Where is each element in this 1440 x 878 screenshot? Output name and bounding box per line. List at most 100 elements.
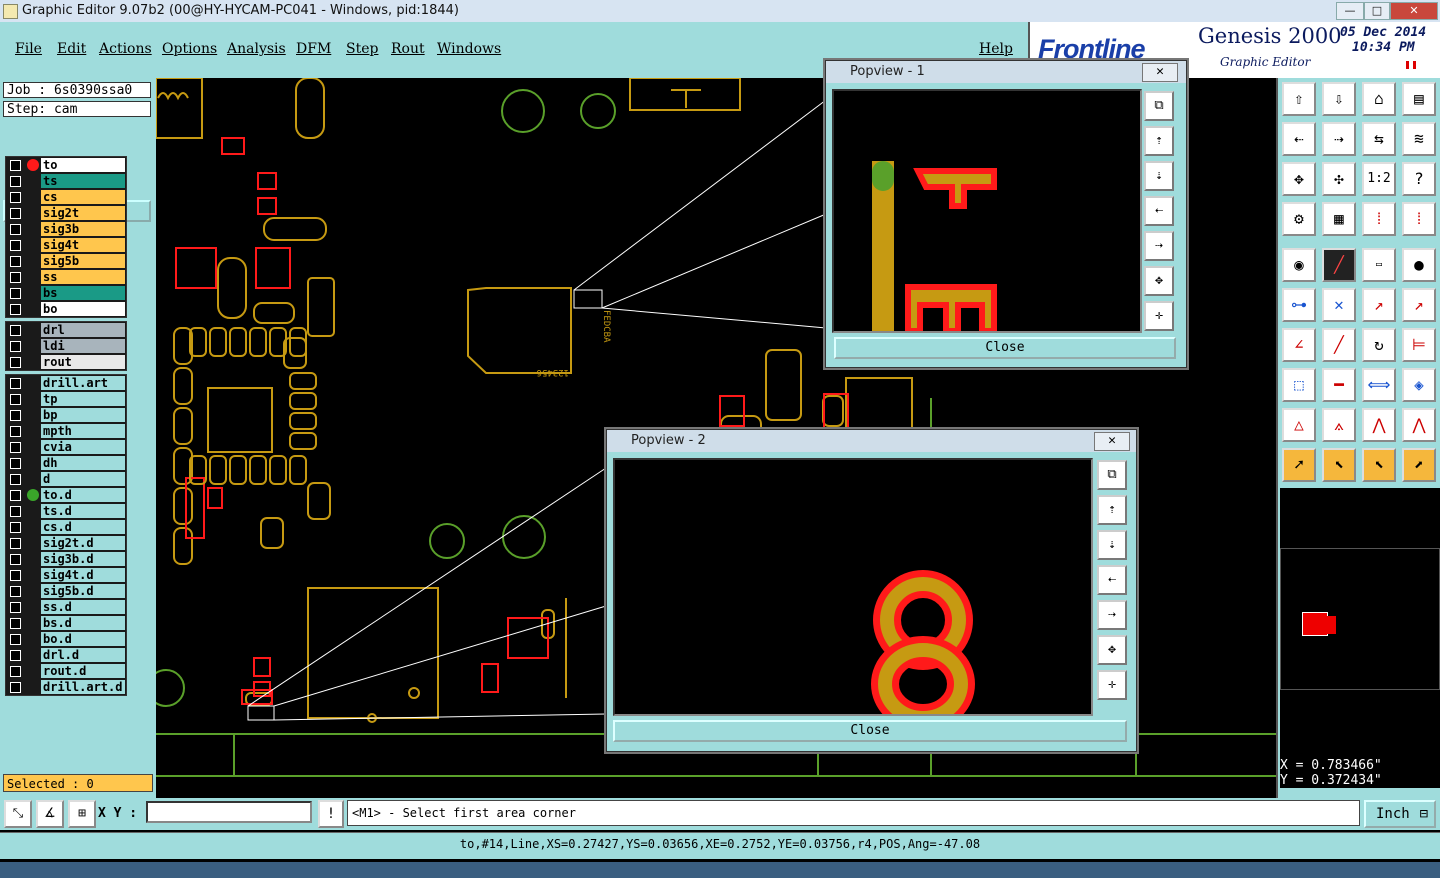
layer-name[interactable]: drill.art.d bbox=[41, 680, 125, 694]
layer-checkbox[interactable] bbox=[10, 634, 21, 645]
layer-name[interactable]: rout.d bbox=[41, 664, 125, 678]
layer-name[interactable]: drl.d bbox=[41, 648, 125, 662]
menu-windows[interactable]: Windows bbox=[437, 41, 501, 57]
layer-name[interactable]: cvia bbox=[41, 440, 125, 454]
popview-2-pan-right-icon[interactable]: ⇢ bbox=[1097, 600, 1127, 630]
popview-1-pan-down-icon[interactable]: ⇣ bbox=[1144, 161, 1174, 191]
layer-checkbox[interactable] bbox=[10, 256, 21, 267]
layer-name[interactable]: sig5b.d bbox=[41, 584, 125, 598]
filter-icon[interactable]: ⁞ bbox=[1362, 202, 1396, 236]
cross-icon[interactable]: ✕ bbox=[1322, 288, 1356, 322]
select-pad-icon[interactable]: ◉ bbox=[1282, 248, 1316, 282]
layer-name[interactable]: sig3b.d bbox=[41, 552, 125, 566]
layer-checkbox[interactable] bbox=[10, 288, 21, 299]
pointer-circle-icon[interactable]: ⬉ bbox=[1362, 448, 1396, 482]
snap-icon[interactable]: ≋ bbox=[1402, 122, 1436, 156]
layer-row-rout-d[interactable]: rout.d bbox=[6, 663, 126, 679]
layer-name[interactable]: to.d bbox=[41, 488, 125, 502]
layer-checkbox[interactable] bbox=[10, 666, 21, 677]
minus-icon[interactable]: ━ bbox=[1322, 368, 1356, 402]
triangle-icon[interactable]: △ bbox=[1282, 408, 1316, 442]
layer-checkbox[interactable] bbox=[10, 208, 21, 219]
layer-name[interactable]: sig5b bbox=[41, 254, 125, 268]
layer-row-to-d[interactable]: to.d bbox=[6, 487, 126, 503]
layer-checkbox[interactable] bbox=[10, 357, 21, 368]
layer-row-sig2t[interactable]: sig2t bbox=[6, 205, 126, 221]
menu-actions[interactable]: Actions bbox=[99, 41, 152, 57]
layer-row-tp[interactable]: tp bbox=[6, 391, 126, 407]
popview-2-pan-down-icon[interactable]: ⇣ bbox=[1097, 530, 1127, 560]
layer-checkbox[interactable] bbox=[10, 304, 21, 315]
layer-name[interactable]: sig2t.d bbox=[41, 536, 125, 550]
pan-right-icon[interactable]: ⇢ bbox=[1322, 122, 1356, 156]
layer-row-cvia[interactable]: cvia bbox=[6, 439, 126, 455]
layer-name[interactable]: d bbox=[41, 472, 125, 486]
layer-name[interactable]: bs bbox=[41, 286, 125, 300]
layer-row-dh[interactable]: dh bbox=[6, 455, 126, 471]
home-view-icon[interactable]: ⌂ bbox=[1362, 82, 1396, 116]
arrow-line-icon[interactable]: ↗ bbox=[1362, 288, 1396, 322]
layer-checkbox[interactable] bbox=[10, 176, 21, 187]
layer-name[interactable]: dh bbox=[41, 456, 125, 470]
popview-2-pan-up-icon[interactable]: ⇡ bbox=[1097, 495, 1127, 525]
layer-checkbox[interactable] bbox=[10, 272, 21, 283]
layer-name[interactable]: ss.d bbox=[41, 600, 125, 614]
layer-checkbox[interactable] bbox=[10, 192, 21, 203]
layer-name[interactable]: ss bbox=[41, 270, 125, 284]
layer-row-drl-d[interactable]: drl.d bbox=[6, 647, 126, 663]
layer-row-mpth[interactable]: mpth bbox=[6, 423, 126, 439]
maximize-button[interactable]: □ bbox=[1364, 2, 1390, 20]
layer-checkbox[interactable] bbox=[10, 570, 21, 581]
layer-row-ss[interactable]: ss bbox=[6, 269, 126, 285]
layer-checkbox[interactable] bbox=[10, 650, 21, 661]
layer-row-sig5b[interactable]: sig5b bbox=[6, 253, 126, 269]
layer-row-bp[interactable]: bp bbox=[6, 407, 126, 423]
menu-options[interactable]: Options bbox=[162, 41, 217, 57]
layer-row-bo[interactable]: bo bbox=[6, 301, 126, 317]
close-window-button[interactable]: ✕ bbox=[1390, 2, 1438, 20]
layer-row-sig4t[interactable]: sig4t bbox=[6, 237, 126, 253]
layer-checkbox[interactable] bbox=[10, 474, 21, 485]
popview-1-fit-icon[interactable]: ✥ bbox=[1144, 266, 1174, 296]
layer-row-ldi[interactable]: ldi bbox=[6, 338, 126, 354]
menu-edit[interactable]: Edit bbox=[57, 41, 86, 57]
slash-icon[interactable]: ╱ bbox=[1322, 328, 1356, 362]
popview-1-pan-up-icon[interactable]: ⇡ bbox=[1144, 126, 1174, 156]
layer-checkbox[interactable] bbox=[10, 224, 21, 235]
popview-1-window[interactable]: Popview - 1 ✕ ⧉ ⇡ ⇣ ⇠ ⇢ ✥ ✛ Close bbox=[825, 60, 1187, 368]
help-icon[interactable]: ? bbox=[1402, 162, 1436, 196]
layer-checkbox[interactable] bbox=[10, 490, 21, 501]
layer-checkbox[interactable] bbox=[10, 586, 21, 597]
layer-row-sig3b[interactable]: sig3b bbox=[6, 221, 126, 237]
layer-row-drill-art-d[interactable]: drill.art.d bbox=[6, 679, 126, 695]
menu-analysis[interactable]: Analysis bbox=[227, 41, 286, 57]
layer-checkbox[interactable] bbox=[10, 618, 21, 629]
layer-name[interactable]: drill.art bbox=[41, 376, 125, 390]
layer-name[interactable]: cs bbox=[41, 190, 125, 204]
minimize-button[interactable]: — bbox=[1336, 2, 1364, 20]
layer-name[interactable]: cs.d bbox=[41, 520, 125, 534]
triangle-up-icon[interactable]: ⟑ bbox=[1322, 408, 1356, 442]
popview-1-zoom-icon[interactable]: ⧉ bbox=[1144, 91, 1174, 121]
layer-name[interactable]: ts bbox=[41, 174, 125, 188]
layer-name[interactable]: ldi bbox=[41, 339, 125, 353]
popview-2-fit-icon[interactable]: ✥ bbox=[1097, 635, 1127, 665]
popview-2-pan-left-icon[interactable]: ⇠ bbox=[1097, 565, 1127, 595]
layer-row-bs[interactable]: bs bbox=[6, 285, 126, 301]
pointer-path-icon[interactable]: ⬈ bbox=[1402, 448, 1436, 482]
popview-1-pan-left-icon[interactable]: ⇠ bbox=[1144, 196, 1174, 226]
popview-1-home-icon[interactable]: ✛ bbox=[1144, 301, 1174, 331]
overview-map[interactable] bbox=[1280, 488, 1440, 788]
popview-2-zoom-icon[interactable]: ⧉ bbox=[1097, 460, 1127, 490]
arrow-line-alt-icon[interactable]: ↗ bbox=[1402, 288, 1436, 322]
units-dropdown[interactable]: Inch ⊟ bbox=[1364, 800, 1436, 828]
warning-icon[interactable]: ! bbox=[318, 800, 344, 828]
layer-name[interactable]: sig4t bbox=[41, 238, 125, 252]
fit-view-icon[interactable]: ✥ bbox=[1282, 162, 1316, 196]
layer-row-rout[interactable]: rout bbox=[6, 354, 126, 370]
connect-nodes-icon[interactable]: ⊶ bbox=[1282, 288, 1316, 322]
stretch-icon[interactable]: ⟺ bbox=[1362, 368, 1396, 402]
shapes-icon[interactable]: ◈ bbox=[1402, 368, 1436, 402]
layer-name[interactable]: sig2t bbox=[41, 206, 125, 220]
layer-name[interactable]: bo bbox=[41, 302, 125, 316]
